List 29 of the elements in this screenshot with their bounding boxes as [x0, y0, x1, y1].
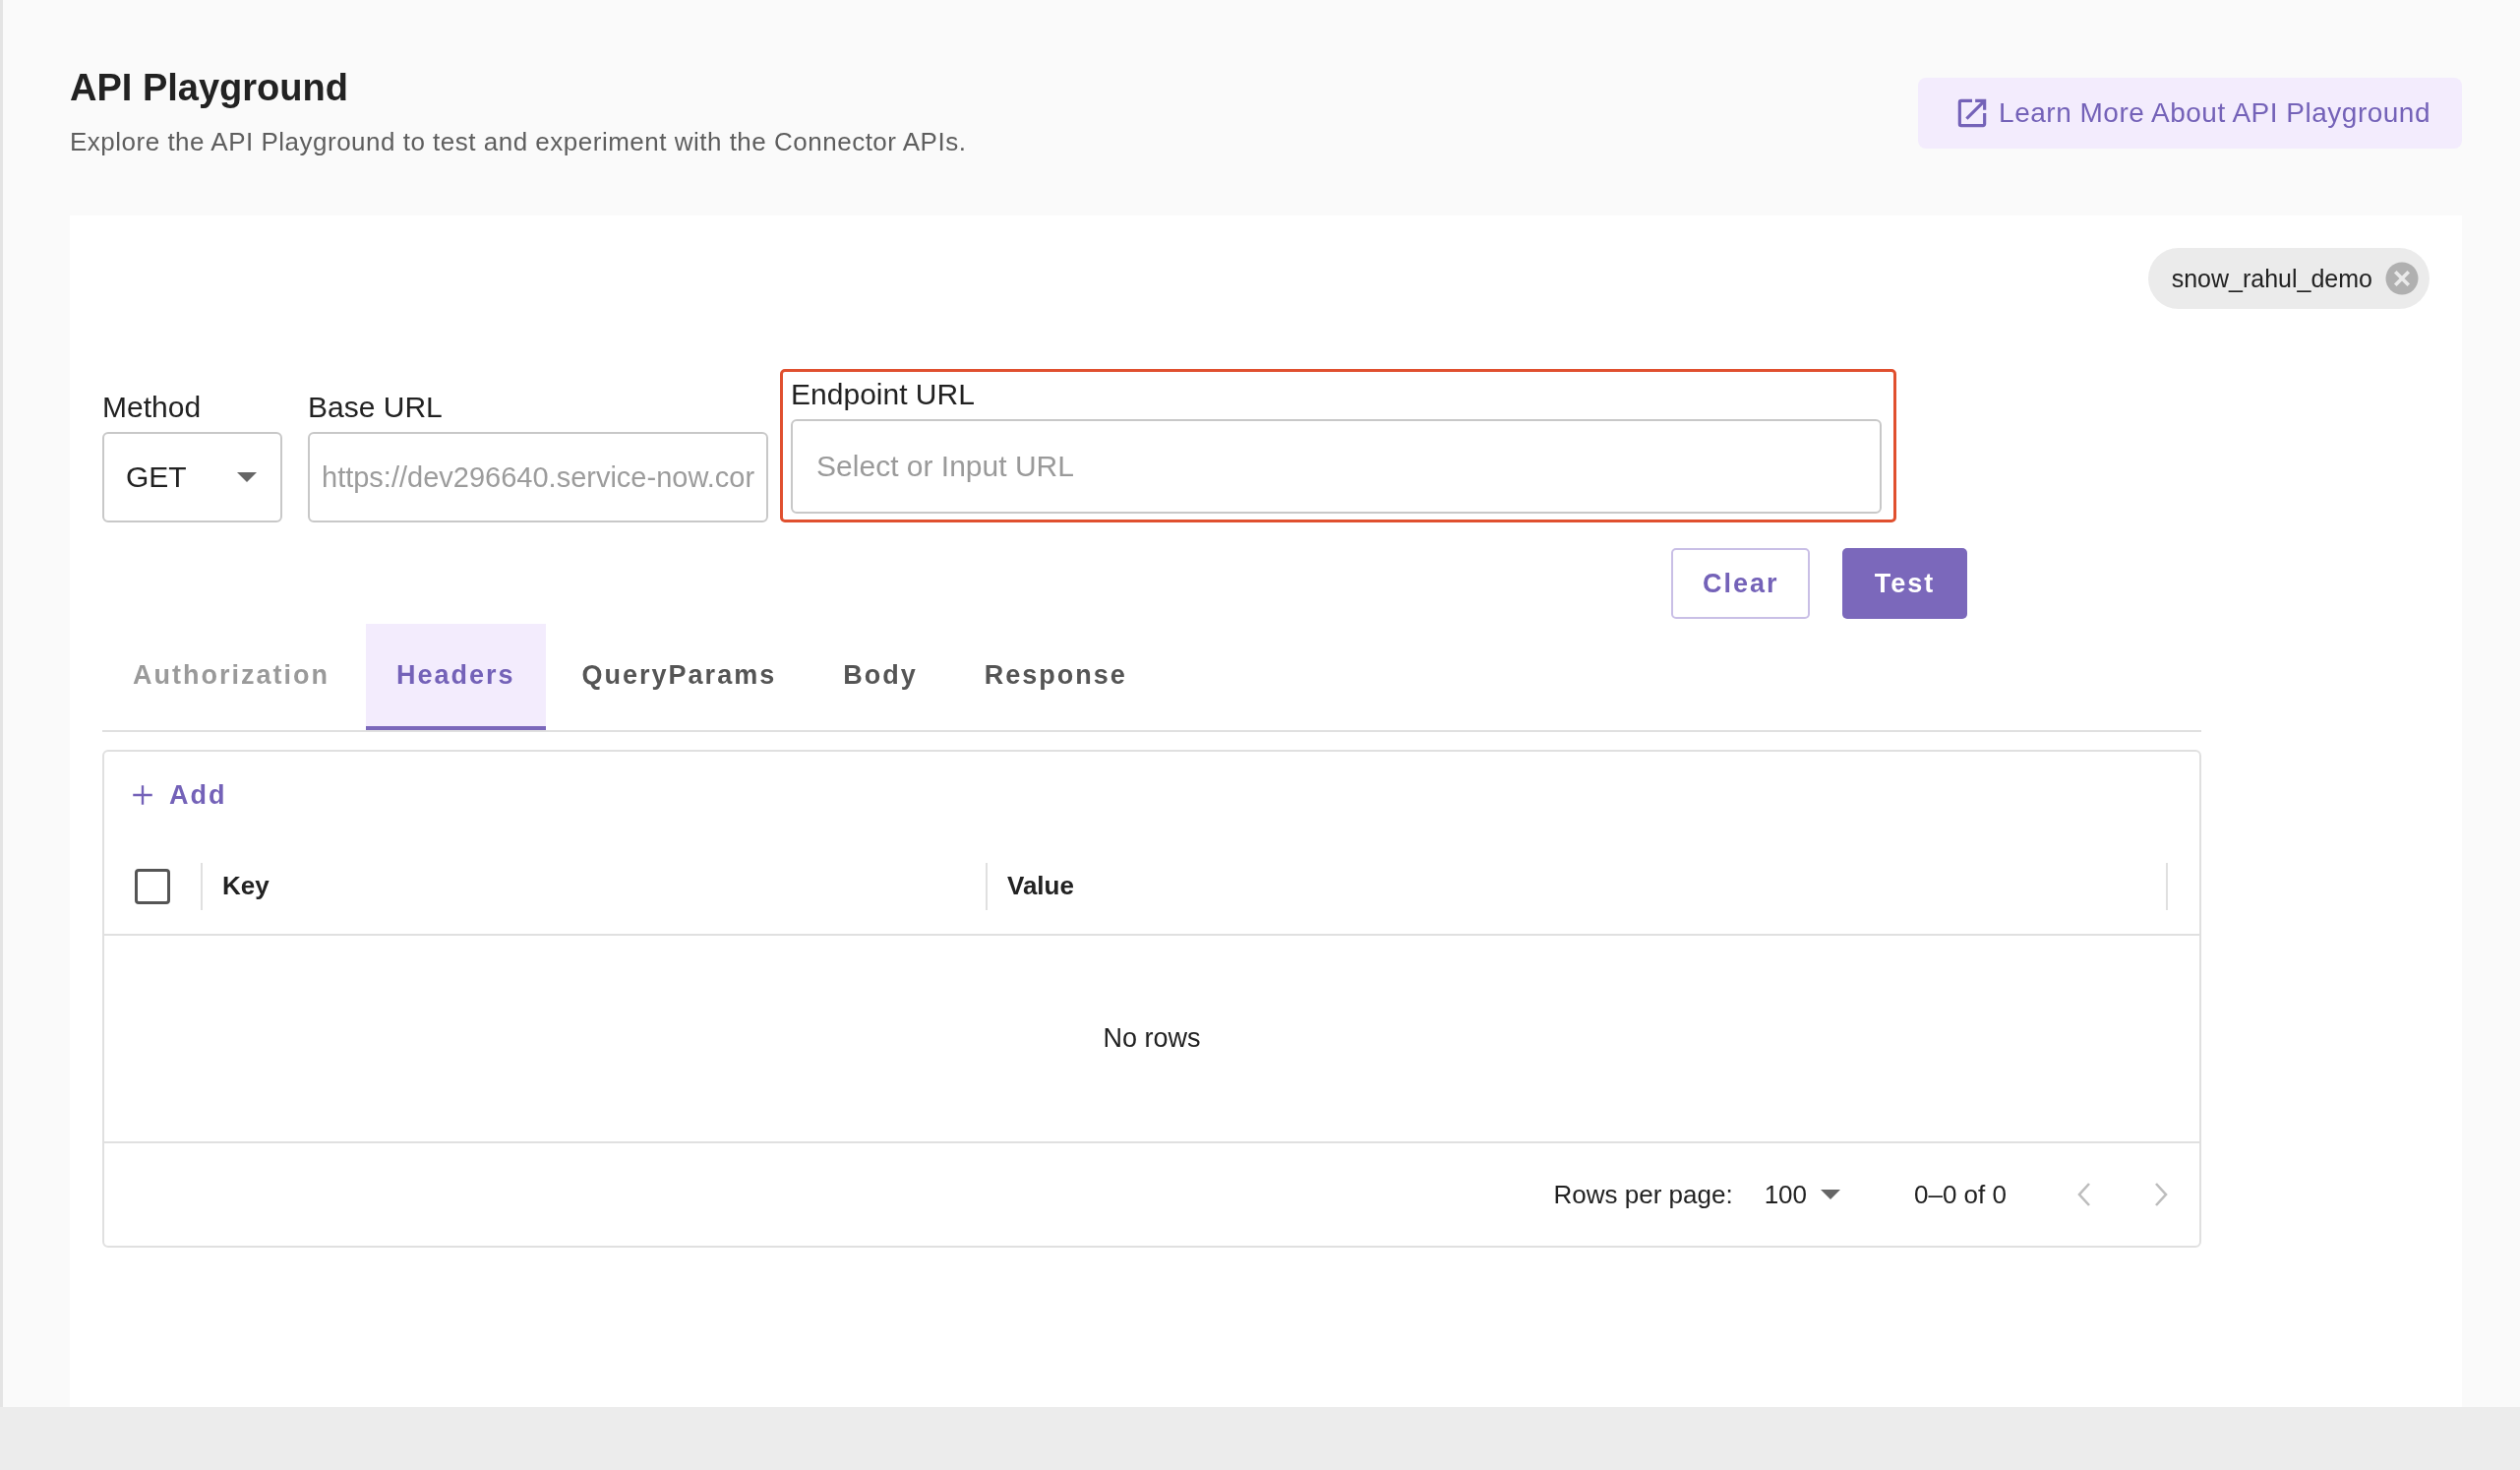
select-all-checkbox[interactable]: [135, 868, 170, 904]
base-url-label: Base URL: [308, 391, 444, 424]
page-range: 0–0 of 0: [1914, 1179, 2007, 1210]
column-header: Key: [203, 862, 988, 910]
method-select[interactable]: GET: [102, 432, 282, 522]
add-button[interactable]: Add: [124, 773, 233, 817]
tab[interactable]: QueryParams: [551, 624, 808, 730]
tab[interactable]: Headers: [366, 624, 546, 730]
clear-button[interactable]: Clear: [1671, 548, 1810, 619]
previous-page-icon[interactable]: [2075, 1181, 2093, 1208]
learn-more-button[interactable]: Learn More About API Playground: [1918, 78, 2462, 149]
method-label: Method: [102, 391, 203, 424]
rows-per-page-select[interactable]: 100: [1764, 1179, 1840, 1210]
next-page-icon[interactable]: [2152, 1181, 2170, 1208]
test-button[interactable]: Test: [1842, 548, 1967, 619]
endpoint-url-field[interactable]: Select or Input URL: [791, 419, 1883, 514]
tab[interactable]: Response: [953, 624, 1158, 730]
rows-per-page-label: Rows per page:: [1553, 1179, 1733, 1210]
empty-message: No rows: [1103, 1023, 1201, 1054]
dropdown-caret-icon: [1821, 1190, 1840, 1199]
page-subtitle: Explore the API Playground to test and experiment with the Connector APIs.: [70, 127, 967, 157]
endpoint-url-label: Endpoint URL: [791, 378, 976, 411]
dropdown-caret-icon: [237, 472, 257, 482]
page-title: API Playground: [70, 67, 349, 109]
column-header: Value: [988, 862, 2168, 910]
connection-chip[interactable]: snow_rahul_demo: [2147, 248, 2430, 309]
close-icon[interactable]: [2384, 261, 2420, 296]
tab[interactable]: Body: [812, 624, 948, 730]
plus-icon: [130, 782, 155, 808]
